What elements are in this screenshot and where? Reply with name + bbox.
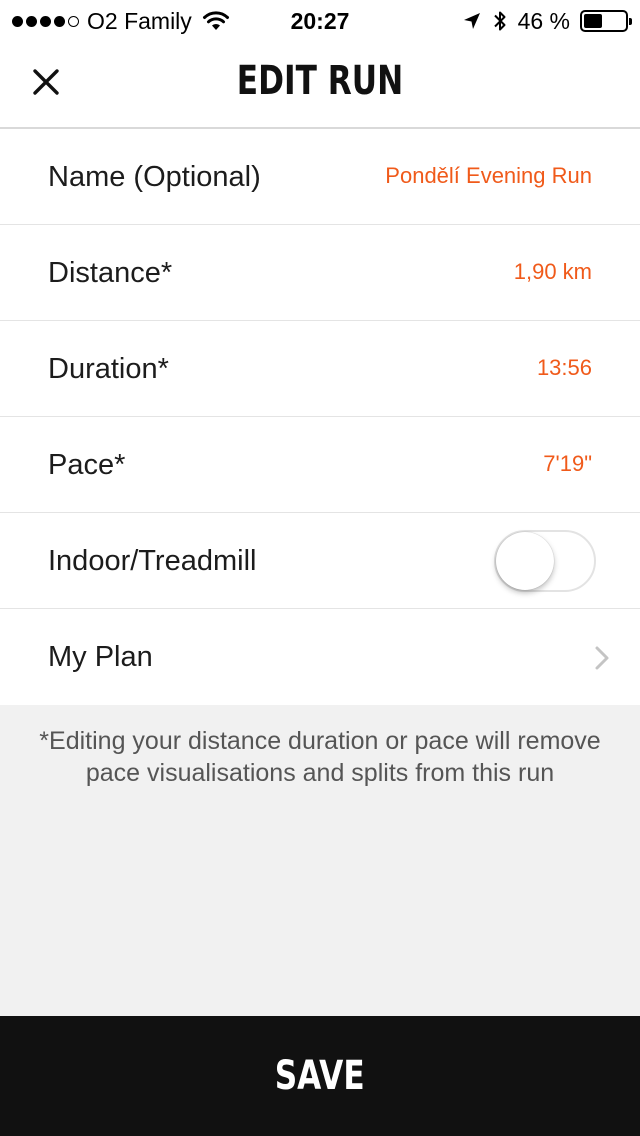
- status-left: O2 Family: [12, 8, 230, 34]
- signal-dot: [12, 15, 23, 27]
- close-button[interactable]: [26, 62, 66, 102]
- battery-percent: 46 %: [517, 7, 570, 34]
- save-button-label: SAVE: [275, 1053, 365, 1099]
- my-plan-label: My Plan: [48, 641, 153, 673]
- toggle-knob: [496, 532, 554, 590]
- distance-label: Distance*: [48, 257, 173, 289]
- signal-dot: [26, 15, 37, 27]
- name-label: Name (Optional): [48, 161, 261, 193]
- close-icon: [33, 69, 59, 95]
- status-right: 46 %: [462, 7, 632, 34]
- distance-value[interactable]: 1,90 km: [514, 225, 592, 321]
- bluetooth-icon: [493, 11, 506, 31]
- name-row[interactable]: Name (Optional) Pondělí Evening Run: [0, 129, 640, 225]
- name-value[interactable]: Pondělí Evening Run: [385, 129, 592, 225]
- distance-row[interactable]: Distance* 1,90 km: [0, 225, 640, 321]
- my-plan-row[interactable]: My Plan: [0, 609, 640, 705]
- pace-label: Pace*: [48, 449, 126, 481]
- header: EDIT RUN: [0, 40, 640, 129]
- signal-strength-icon: [12, 15, 79, 27]
- wifi-icon: [202, 11, 229, 30]
- duration-value[interactable]: 13:56: [537, 321, 592, 417]
- editing-warning-text: *Editing your distance duration or pace …: [39, 727, 601, 787]
- pace-value[interactable]: 7'19": [543, 417, 592, 513]
- location-arrow-icon: [463, 13, 480, 29]
- indoor-treadmill-row: Indoor/Treadmill: [0, 513, 640, 609]
- signal-dot-empty: [68, 15, 79, 27]
- indoor-treadmill-label: Indoor/Treadmill: [48, 545, 257, 577]
- carrier-name: O2 Family: [87, 7, 192, 34]
- duration-label: Duration*: [48, 353, 169, 385]
- save-button[interactable]: SAVE: [0, 1016, 640, 1136]
- signal-dot: [54, 15, 65, 27]
- page-title: EDIT RUN: [236, 58, 404, 104]
- info-panel: *Editing your distance duration or pace …: [0, 705, 640, 1016]
- status-bar: O2 Family 20:27 46 %: [0, 0, 640, 40]
- signal-dot: [40, 15, 51, 27]
- indoor-treadmill-toggle[interactable]: [494, 530, 596, 592]
- chevron-right-icon: [595, 646, 609, 670]
- battery-fill: [584, 14, 603, 28]
- battery-icon: [580, 10, 632, 32]
- pace-row[interactable]: Pace* 7'19": [0, 417, 640, 513]
- duration-row[interactable]: Duration* 13:56: [0, 321, 640, 417]
- edit-run-form: Name (Optional) Pondělí Evening Run Dist…: [0, 129, 640, 705]
